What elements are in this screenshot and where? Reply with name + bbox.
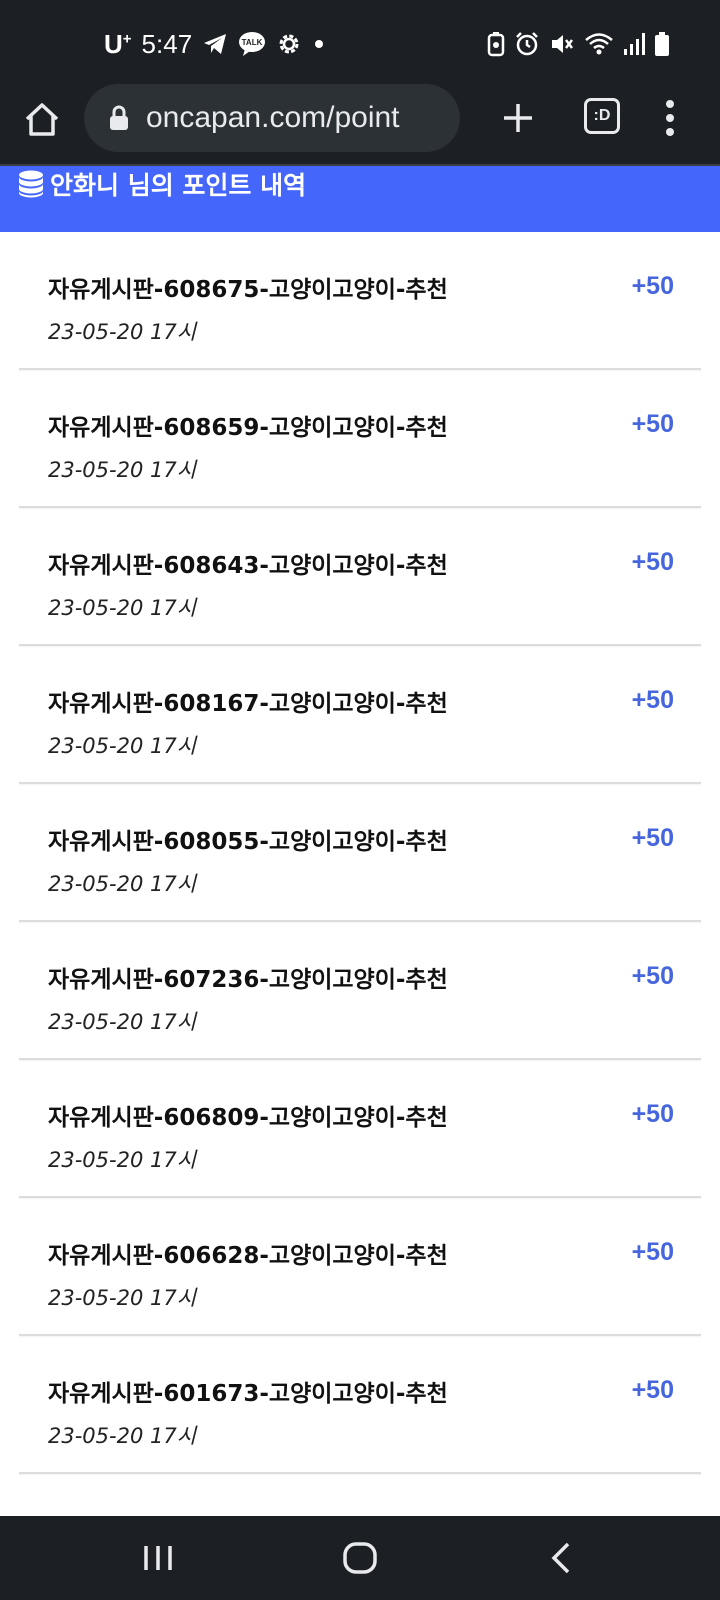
item-date: 23-05-20 17시	[48, 1010, 197, 1034]
page-content: 안화니 님의 포인트 내역 자유게시판-608675-고양이고양이-추천 23-…	[0, 166, 720, 1516]
url-text[interactable]: oncapan.com/point	[146, 101, 400, 135]
list-item[interactable]: 자유게시판-608643-고양이고양이-추천 23-05-20 17시 +50	[19, 508, 701, 646]
database-icon	[19, 170, 43, 198]
item-points: +50	[631, 1376, 674, 1404]
item-title: 자유게시판-601673-고양이고양이-추천	[48, 1381, 448, 1407]
item-date: 23-05-20 17시	[48, 1148, 197, 1172]
list-item[interactable]: 자유게시판-607236-고양이고양이-추천 23-05-20 17시 +50	[19, 922, 701, 1060]
battery-icon	[655, 32, 669, 56]
item-points: +50	[631, 1100, 674, 1128]
list-item[interactable]: 자유게시판-608675-고양이고양이-추천 23-05-20 17시 +50	[19, 232, 701, 370]
list-item[interactable]: 자유게시판-606628-고양이고양이-추천 23-05-20 17시 +50	[19, 1198, 701, 1336]
mute-icon	[552, 35, 573, 53]
settings-icon	[279, 34, 299, 54]
list-item[interactable]: 자유게시판-601673-고양이고양이-추천 23-05-20 17시 +50	[19, 1336, 701, 1474]
home-button[interactable]	[22, 100, 62, 140]
back-icon[interactable]	[542, 1538, 582, 1578]
browser-toolbar: oncapan.com/point :D	[0, 84, 720, 166]
tab-switcher-button[interactable]: :D	[584, 98, 620, 134]
clock: 5:47	[141, 28, 193, 59]
status-right	[487, 28, 670, 60]
list-item[interactable]: 자유게시판-608659-고양이고양이-추천 23-05-20 17시 +50	[19, 370, 701, 508]
item-title: 자유게시판-608055-고양이고양이-추천	[48, 829, 448, 855]
status-left: U+ 5:47 TALK	[104, 24, 326, 64]
item-title: 자유게시판-608675-고양이고양이-추천	[48, 277, 448, 303]
telegram-icon	[204, 34, 227, 54]
url-bar[interactable]: oncapan.com/point	[84, 84, 460, 152]
carrier-label: U+	[104, 28, 132, 59]
kakaotalk-icon: TALK	[239, 32, 266, 56]
dot-icon	[315, 40, 324, 48]
home-icon[interactable]	[340, 1538, 380, 1578]
page-title: 안화니 님의 포인트 내역	[50, 171, 307, 200]
battery-saver-icon	[487, 32, 505, 57]
item-points: +50	[631, 410, 674, 438]
list-item[interactable]: 자유게시판-608167-고양이고양이-추천 23-05-20 17시 +50	[19, 646, 701, 784]
list-item[interactable]: 자유게시판-608055-고양이고양이-추천 23-05-20 17시 +50	[19, 784, 701, 922]
item-points: +50	[631, 962, 674, 990]
item-points: +50	[631, 1238, 674, 1266]
item-date: 23-05-20 17시	[48, 1424, 197, 1448]
item-title: 자유게시판-607236-고양이고양이-추천	[48, 967, 448, 993]
signal-icon	[624, 33, 645, 55]
item-date: 23-05-20 17시	[48, 596, 197, 620]
svg-text:TALK: TALK	[242, 38, 263, 47]
more-menu-icon[interactable]	[658, 98, 682, 138]
item-date: 23-05-20 17시	[48, 734, 197, 758]
status-bar: U+ 5:47 TALK	[0, 0, 720, 84]
item-date: 23-05-20 17시	[48, 1286, 197, 1310]
alarm-icon	[516, 32, 538, 56]
item-points: +50	[631, 548, 674, 576]
wifi-icon	[585, 33, 613, 55]
item-title: 자유게시판-606809-고양이고양이-추천	[48, 1105, 448, 1131]
item-points: +50	[631, 824, 674, 852]
recent-apps-icon[interactable]	[138, 1538, 178, 1578]
item-title: 자유게시판-608643-고양이고양이-추천	[48, 553, 448, 579]
points-header: 안화니 님의 포인트 내역	[0, 166, 720, 232]
points-list: 자유게시판-608675-고양이고양이-추천 23-05-20 17시 +50 …	[19, 232, 701, 1474]
item-date: 23-05-20 17시	[48, 872, 197, 896]
item-points: +50	[631, 272, 674, 300]
item-date: 23-05-20 17시	[48, 458, 197, 482]
system-nav-bar	[0, 1516, 720, 1600]
item-date: 23-05-20 17시	[48, 320, 197, 344]
list-item[interactable]: 자유게시판-606809-고양이고양이-추천 23-05-20 17시 +50	[19, 1060, 701, 1198]
new-tab-button[interactable]	[498, 98, 538, 138]
item-points: +50	[631, 686, 674, 714]
item-title: 자유게시판-606628-고양이고양이-추천	[48, 1243, 448, 1269]
lock-icon	[110, 105, 128, 130]
item-title: 자유게시판-608167-고양이고양이-추천	[48, 691, 448, 717]
item-title: 자유게시판-608659-고양이고양이-추천	[48, 415, 448, 441]
